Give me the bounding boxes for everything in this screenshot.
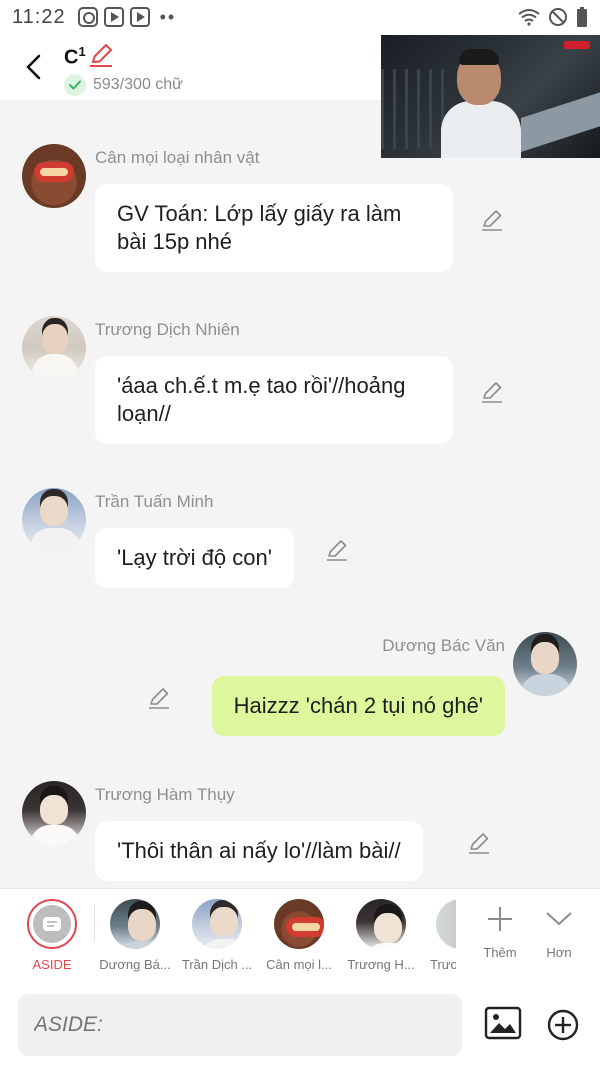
chevron-down-icon bbox=[529, 899, 589, 939]
message-bubble[interactable]: 'Lạy trời độ con' bbox=[95, 528, 294, 588]
aside-button[interactable]: ASIDE bbox=[12, 899, 92, 972]
character-item[interactable]: Trươ bbox=[416, 899, 456, 972]
sender-name: Trần Tuấn Minh bbox=[95, 492, 214, 511]
message-bubble[interactable]: 'Thôi thân ai nấy lo'//làm bài// bbox=[95, 821, 423, 881]
check-icon bbox=[64, 74, 86, 96]
aside-icon-wrap bbox=[27, 899, 77, 949]
sender-name: Cân mọi loại nhân vật bbox=[95, 148, 260, 167]
back-button[interactable] bbox=[18, 50, 48, 84]
pencil-icon bbox=[469, 833, 489, 854]
plus-icon bbox=[470, 899, 530, 939]
wifi-icon bbox=[518, 8, 540, 26]
edit-message-button[interactable] bbox=[480, 380, 506, 406]
edit-message-button[interactable] bbox=[467, 831, 493, 857]
more-button[interactable]: Hơn bbox=[529, 899, 589, 960]
character-bar: ASIDE Dương Bá... Trần Dịch ... Cân mọi … bbox=[0, 888, 600, 984]
more-notifications-icon: •• bbox=[159, 6, 177, 27]
edit-message-button[interactable] bbox=[325, 538, 351, 564]
pencil-icon bbox=[482, 382, 502, 403]
status-time: 11:22 bbox=[12, 5, 66, 28]
composer bbox=[0, 984, 600, 1067]
avatar[interactable] bbox=[22, 316, 86, 380]
character-name: Trươ bbox=[430, 957, 456, 972]
status-bar: 11:22 •• bbox=[0, 0, 600, 34]
do-not-disturb-icon bbox=[548, 7, 568, 27]
instagram-icon bbox=[77, 7, 98, 27]
avatar bbox=[192, 899, 242, 949]
character-name: Trương H... bbox=[347, 957, 415, 972]
pencil-icon bbox=[327, 540, 347, 561]
video-scene-hair bbox=[459, 49, 499, 65]
battery-icon bbox=[576, 7, 588, 27]
system-icons bbox=[518, 7, 588, 27]
video-logo-badge bbox=[564, 41, 590, 49]
youtube-icon bbox=[103, 7, 124, 27]
message-input[interactable] bbox=[18, 994, 462, 1056]
more-options-button[interactable] bbox=[546, 1008, 580, 1042]
character-name: Trần Dịch ... bbox=[181, 957, 253, 972]
character-name: Dương Bá... bbox=[99, 957, 171, 972]
notification-icons bbox=[77, 7, 150, 27]
story-title-text: C bbox=[64, 46, 79, 69]
chat-messages[interactable]: Cân mọi loại nhân vật GV Toán: Lớp lấy g… bbox=[0, 100, 600, 888]
word-count: 593/300 chữ bbox=[64, 74, 183, 96]
message-bubble[interactable]: 'áaa ch.ế.t m.ẹ tao rồi'//hoảng loạn// bbox=[95, 356, 453, 444]
character-name: Cân mọi l... bbox=[266, 957, 332, 972]
message-bubble[interactable]: GV Toán: Lớp lấy giấy ra làm bài 15p nhé bbox=[95, 184, 453, 272]
avatar[interactable] bbox=[513, 632, 577, 696]
aside-label: ASIDE bbox=[32, 957, 72, 972]
edit-title-button[interactable] bbox=[88, 42, 114, 68]
word-count-text: 593/300 chữ bbox=[93, 76, 183, 93]
edit-message-button[interactable] bbox=[480, 208, 506, 234]
character-item[interactable]: Cân mọi l... bbox=[259, 899, 339, 972]
message-bubble[interactable]: Haizzz 'chán 2 tụi nó ghê' bbox=[211, 676, 505, 736]
sender-name: Trương Dịch Nhiên bbox=[95, 320, 240, 339]
avatar[interactable] bbox=[22, 781, 86, 845]
character-item[interactable]: Trương H... bbox=[341, 899, 421, 972]
sender-name: Trương Hàm Thụy bbox=[95, 785, 235, 804]
avatar bbox=[436, 899, 456, 949]
character-item[interactable]: Dương Bá... bbox=[95, 899, 175, 972]
avatar bbox=[356, 899, 406, 949]
avatar bbox=[110, 899, 160, 949]
aside-icon bbox=[33, 905, 71, 943]
avatar bbox=[274, 899, 324, 949]
insert-image-button[interactable] bbox=[484, 1006, 522, 1040]
add-character-button[interactable]: Thêm bbox=[470, 899, 530, 960]
pencil-icon bbox=[90, 44, 112, 67]
story-title: C1 bbox=[64, 44, 86, 70]
chevron-left-icon bbox=[26, 54, 41, 80]
avatar[interactable] bbox=[22, 488, 86, 552]
plus-circle-icon bbox=[547, 1009, 579, 1041]
story-title-sup: 1 bbox=[78, 44, 86, 59]
more-label: Hơn bbox=[546, 945, 572, 960]
avatar[interactable] bbox=[22, 144, 86, 208]
sender-name: Dương Bác Văn bbox=[382, 636, 505, 655]
youtube-icon bbox=[129, 7, 150, 27]
add-label: Thêm bbox=[483, 945, 517, 960]
edit-message-button[interactable] bbox=[147, 686, 173, 712]
image-icon bbox=[484, 1006, 522, 1040]
pencil-icon bbox=[482, 210, 502, 231]
character-item[interactable]: Trần Dịch ... bbox=[177, 899, 257, 972]
pencil-icon bbox=[149, 688, 169, 709]
